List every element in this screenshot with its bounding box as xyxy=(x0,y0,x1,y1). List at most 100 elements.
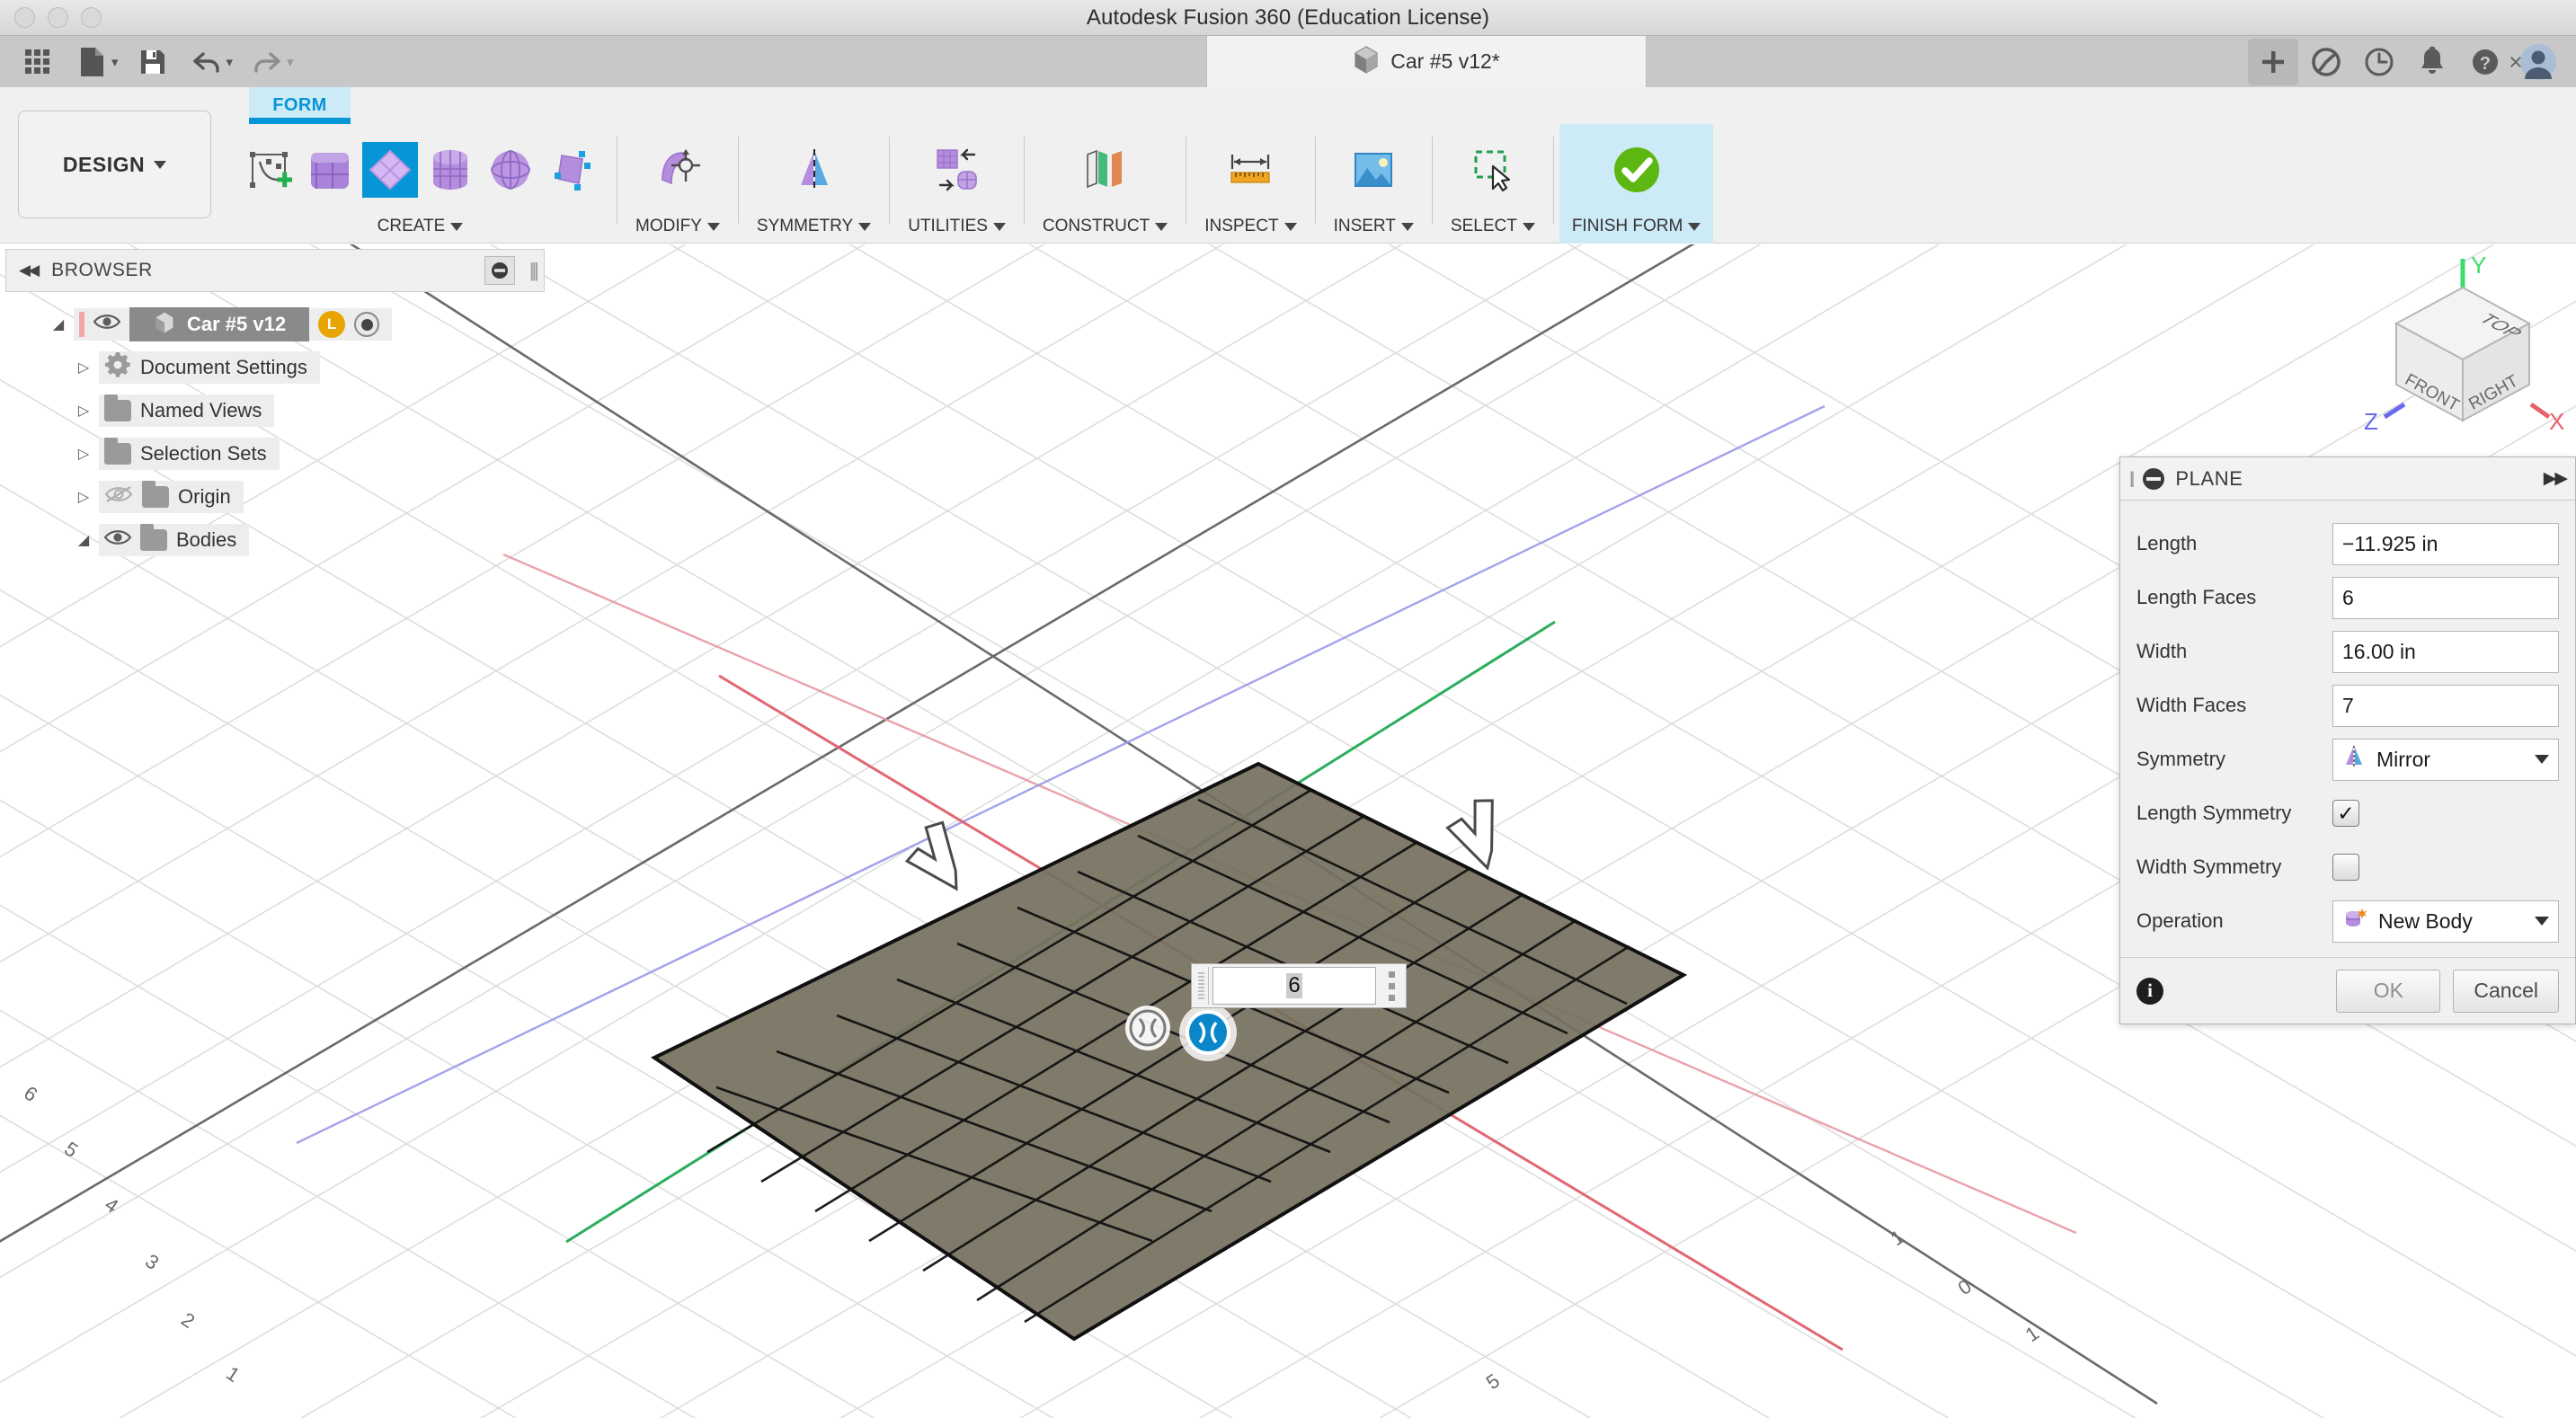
ribbon-groups: CREATE MODIFY SYMMETRY UTILITIES CONSTRU… xyxy=(229,124,2576,244)
insert-image-icon[interactable] xyxy=(1346,142,1401,198)
ribbon-group-symmetry-label[interactable]: SYMMETRY xyxy=(757,217,872,236)
browser-collapse-icon[interactable]: ◀◀ xyxy=(19,261,40,279)
browser-item-car-5-v12[interactable]: ◢ Car #5 v12 L xyxy=(5,303,545,346)
extensions-button[interactable] xyxy=(2301,39,2351,85)
expander-collapsed-icon[interactable]: ▷ xyxy=(68,402,99,420)
visibility-eye-hidden-icon[interactable] xyxy=(104,484,133,510)
undo-button[interactable] xyxy=(182,40,232,84)
symmetry-select[interactable]: Mirror xyxy=(2332,738,2559,781)
browser-dock-button[interactable] xyxy=(484,256,515,285)
ribbon-group-utilities-label[interactable]: UTILITIES xyxy=(908,217,1006,236)
length-field[interactable]: −11.925 in xyxy=(2332,522,2559,565)
dialog-expand-icon[interactable]: ▶▶ xyxy=(2544,468,2568,489)
ribbon-group-inspect-label[interactable]: INSPECT xyxy=(1204,217,1297,236)
manipulator-primary-handle xyxy=(1179,1004,1237,1061)
display-mode-icon[interactable] xyxy=(929,142,985,198)
manipulator-value-input[interactable]: 6 xyxy=(1191,963,1407,1008)
expander-expanded-icon[interactable]: ◢ xyxy=(68,531,99,549)
expander-collapsed-icon[interactable]: ▷ xyxy=(68,359,99,377)
cube-icon xyxy=(1353,45,1380,79)
browser-tree: ◢ Car #5 v12 L ▷ Document Settings ▷ Nam… xyxy=(5,292,545,562)
cancel-button[interactable]: Cancel xyxy=(2453,969,2559,1013)
browser-item-selection-sets[interactable]: ▷ Selection Sets xyxy=(5,432,545,475)
info-icon[interactable]: i xyxy=(2136,977,2163,1005)
box-icon[interactable] xyxy=(302,142,358,198)
ribbon-group-create-label[interactable]: CREATE xyxy=(378,217,464,236)
quick-access-row: ▾ ▾ ▾ Car #5 v12* × ? xyxy=(0,36,2576,87)
ribbon-group-finish-form[interactable]: FINISH FORM xyxy=(1559,124,1714,244)
redo-caret-icon[interactable]: ▾ xyxy=(287,54,299,70)
help-button[interactable]: ? xyxy=(2460,39,2510,85)
plane-icon[interactable] xyxy=(362,142,418,198)
titlebar-action-buttons: ? xyxy=(2248,36,2576,87)
collapse-dialog-icon[interactable] xyxy=(2143,467,2165,490)
width-symmetry-checkbox[interactable] xyxy=(2332,854,2359,881)
browser-item-label: Selection Sets xyxy=(140,442,267,465)
new-document-button[interactable] xyxy=(67,40,117,84)
ribbon-group-modify-label[interactable]: MODIFY xyxy=(635,217,720,236)
chevron-down-icon xyxy=(706,222,720,231)
ribbon-group-construct-label[interactable]: CONSTRUCT xyxy=(1043,217,1168,236)
manipulator-menu-icon[interactable] xyxy=(1380,970,1403,1001)
operation-select[interactable]: New Body xyxy=(2332,900,2559,943)
measure-icon[interactable] xyxy=(1222,142,1278,198)
app-grid-button[interactable] xyxy=(13,40,63,84)
expander-collapsed-icon[interactable]: ▷ xyxy=(68,488,99,506)
length-faces-field[interactable]: 6 xyxy=(2332,576,2559,619)
new-tab-button[interactable] xyxy=(2248,38,2298,85)
browser-item-name[interactable]: Car #5 v12 xyxy=(129,307,310,341)
undo-caret-icon[interactable]: ▾ xyxy=(227,54,239,70)
save-button[interactable] xyxy=(128,40,178,84)
ribbon-group-select-label[interactable]: SELECT xyxy=(1451,217,1535,236)
browser-item-origin[interactable]: ▷ Origin xyxy=(5,475,545,518)
browser-item-bodies[interactable]: ◢ Bodies xyxy=(5,518,545,562)
browser-item-document-settings[interactable]: ▷ Document Settings xyxy=(5,346,545,389)
ribbon-divider xyxy=(889,137,891,224)
width-field[interactable]: 16.00 in xyxy=(2332,630,2559,673)
ok-button[interactable]: OK xyxy=(2336,969,2441,1013)
plane-dialog-header[interactable]: || PLANE ▶▶ xyxy=(2120,457,2575,501)
visibility-eye-icon[interactable] xyxy=(93,313,121,336)
cylinder-icon[interactable] xyxy=(422,142,478,198)
mirror-internal-icon[interactable] xyxy=(786,142,842,198)
window-title: Autodesk Fusion 360 (Education License) xyxy=(1086,4,1490,30)
sphere-icon[interactable] xyxy=(483,142,538,198)
browser-item-named-views[interactable]: ▷ Named Views xyxy=(5,389,545,432)
gear-icon xyxy=(104,351,131,384)
edit-form-icon[interactable] xyxy=(650,142,706,198)
svg-text:?: ? xyxy=(2480,54,2491,74)
avatar[interactable] xyxy=(2513,39,2563,85)
offset-plane-icon[interactable] xyxy=(1078,142,1133,198)
drag-grip-icon[interactable] xyxy=(1195,967,1209,1005)
notifications-button[interactable] xyxy=(2407,39,2457,85)
ribbon-group-finish-form-label[interactable]: FINISH FORM xyxy=(1572,217,1701,236)
length-symmetry-checkbox[interactable]: ✓ xyxy=(2332,800,2359,827)
ribbon-group-insert-label[interactable]: INSERT xyxy=(1334,217,1414,236)
document-tab[interactable]: Car #5 v12* xyxy=(1206,36,1647,87)
dialog-drag-grip[interactable]: || xyxy=(2129,469,2136,488)
tab-form[interactable]: FORM xyxy=(249,87,351,124)
new-document-caret-icon[interactable]: ▾ xyxy=(111,54,124,70)
create-form-icon[interactable] xyxy=(242,142,298,198)
browser-resize-grip[interactable]: ||| xyxy=(529,259,539,282)
chevron-down-icon xyxy=(992,222,1006,231)
redo-button[interactable] xyxy=(242,40,292,84)
width-faces-field[interactable]: 7 xyxy=(2332,684,2559,727)
browser-item-label: Origin xyxy=(178,485,231,508)
expander-collapsed-icon[interactable]: ▷ xyxy=(68,445,99,463)
browser-header: ◀◀ BROWSER ||| xyxy=(5,249,545,292)
chevron-down-icon xyxy=(1522,222,1535,231)
expander-expanded-icon[interactable]: ◢ xyxy=(43,315,74,333)
history-button[interactable] xyxy=(2354,39,2404,85)
plane-dialog-title: PLANE xyxy=(2175,466,2243,490)
select-window-icon[interactable] xyxy=(1465,142,1521,198)
workspace-selector-label: DESIGN xyxy=(62,152,146,176)
activate-radio[interactable] xyxy=(354,312,380,337)
manipulator-value-field[interactable]: 6 xyxy=(1212,967,1376,1005)
finish-form-icon[interactable] xyxy=(1609,142,1665,198)
quadball-icon[interactable] xyxy=(543,142,599,198)
ribbon: FORM DESIGN CREATE MODIFY SYMMETRY UTILI… xyxy=(0,87,2576,244)
viewcube[interactable]: Y X Z TOP FRONT RIGHT xyxy=(2355,252,2571,435)
workspace-selector[interactable]: DESIGN xyxy=(18,111,211,218)
visibility-eye-icon[interactable] xyxy=(103,528,132,552)
